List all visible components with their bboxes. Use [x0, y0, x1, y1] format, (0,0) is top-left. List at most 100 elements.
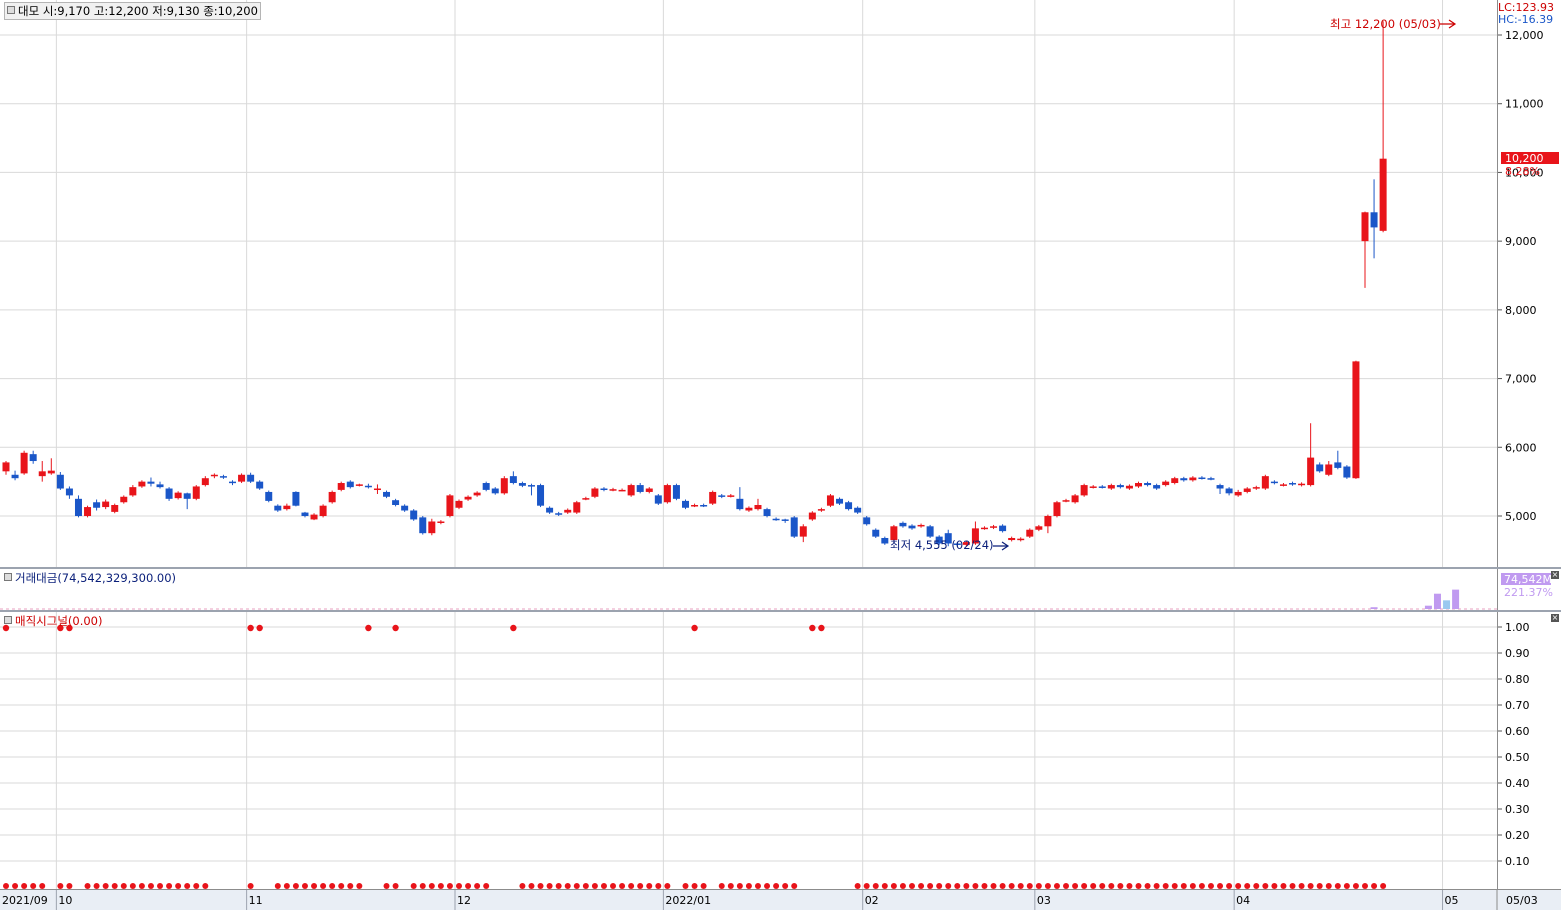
- candle-body: [1125, 485, 1133, 489]
- volume-title-text: 거래대금(74,542,329,300.00): [15, 571, 177, 585]
- candle-body: [863, 517, 871, 525]
- price-axis[interactable]: LC:123.93 HC:-16.39 12,000 11,000 10,000 9,…: [1497, 0, 1561, 567]
- hc-label: HC:-16.39: [1498, 13, 1553, 26]
- candle-body: [355, 484, 363, 486]
- candle-body: [156, 484, 164, 488]
- volume-pane[interactable]: 거래대금(74,542,329,300.00): [0, 569, 1497, 610]
- signal-axis[interactable]: × 1.00 0.90 0.80 0.70 0.60 0.50 0.40 0.30 0.20 0.…: [1497, 612, 1561, 889]
- candle-body: [11, 474, 19, 479]
- candle-body: [881, 537, 889, 544]
- candle-body: [138, 481, 146, 487]
- candle-body: [591, 488, 599, 497]
- candle-body: [20, 452, 28, 474]
- candle-body: [736, 498, 744, 510]
- volume-change-label: 221.37%: [1504, 586, 1553, 599]
- candle-body: [410, 510, 418, 520]
- candle-body: [346, 481, 354, 488]
- candle-body: [917, 524, 925, 527]
- candle-body: [1225, 488, 1233, 494]
- date-label: 03: [1037, 894, 1051, 907]
- candle-body: [1008, 537, 1016, 541]
- candle-body: [301, 512, 309, 516]
- candle-body: [247, 474, 255, 482]
- candle-body: [292, 491, 300, 506]
- candle-body: [854, 507, 862, 513]
- candle-body: [491, 488, 499, 494]
- signal-dot-high: [365, 624, 372, 632]
- candle-body: [1071, 495, 1079, 503]
- signal-dot-high: [247, 624, 254, 632]
- volume-bar: [1370, 607, 1378, 609]
- candle-body: [455, 500, 463, 508]
- candle-body: [1316, 464, 1324, 472]
- volume-chart-canvas[interactable]: [0, 569, 1497, 610]
- candle-body: [1053, 502, 1061, 516]
- signal-dot-high: [691, 624, 698, 632]
- candle-body: [645, 488, 653, 492]
- price-chart-pane[interactable]: 최고 12,200 (05/03) 최저 4,555 (02/24) 대모 시:…: [0, 0, 1497, 567]
- low-annotation: 최저 4,555 (02/24): [890, 538, 994, 552]
- candle-body: [745, 507, 753, 511]
- candle-body: [654, 495, 662, 504]
- candle-body: [790, 517, 798, 537]
- candle-body: [383, 491, 391, 497]
- candle-body: [1289, 483, 1297, 485]
- legend-square-icon[interactable]: [4, 573, 12, 581]
- volume-title[interactable]: 거래대금(74,542,329,300.00): [4, 570, 176, 586]
- price-legend[interactable]: 대모 시:9,170 고:12,200 저:9,130 종:10,200: [4, 2, 261, 20]
- candle-body: [464, 496, 472, 500]
- signal-title[interactable]: 매직시그널(0.00): [4, 613, 102, 629]
- candle-body: [727, 495, 735, 497]
- candle-body: [1062, 500, 1070, 502]
- candle-body: [437, 521, 445, 523]
- candle-body: [1035, 526, 1043, 530]
- candle-body: [636, 485, 644, 492]
- candle-body: [564, 509, 572, 513]
- candle-body: [817, 509, 825, 511]
- legend-square-icon[interactable]: [4, 616, 12, 624]
- legend-square-icon[interactable]: [7, 6, 15, 14]
- date-label: 10: [58, 894, 72, 907]
- candle-body: [1107, 485, 1115, 489]
- signal-axis-label: 0.80: [1505, 673, 1530, 686]
- candle-body: [1234, 491, 1242, 496]
- candle-body: [1307, 457, 1315, 486]
- signal-axis-label: 0.30: [1505, 803, 1530, 816]
- signal-pane[interactable]: 매직시그널(0.00): [0, 612, 1497, 889]
- candle-body: [1180, 478, 1188, 481]
- candle-body: [1216, 485, 1224, 489]
- axis-date-label: 05/03: [1506, 894, 1538, 907]
- candle-body: [210, 474, 218, 477]
- candle-body: [1325, 464, 1333, 475]
- candle-body: [1098, 486, 1106, 488]
- volume-bar: [1452, 589, 1460, 609]
- price-chart-canvas[interactable]: 최고 12,200 (05/03) 최저 4,555 (02/24): [0, 0, 1497, 567]
- candle-body: [473, 492, 481, 496]
- candle-body: [1370, 212, 1378, 228]
- candle-body: [38, 471, 46, 477]
- date-axis[interactable]: 2021/09 10 11 12 2022/01 02 03 04 05 05/03: [0, 889, 1561, 910]
- volume-axis[interactable]: × 74,542M 221.37%: [1497, 569, 1561, 610]
- date-label: 04: [1236, 894, 1250, 907]
- price-axis-label: 11,000: [1505, 98, 1544, 111]
- signal-grid: [0, 612, 1497, 889]
- candle-body: [219, 476, 227, 478]
- signal-chart-canvas[interactable]: [0, 612, 1497, 889]
- volume-value-label: 74,542M: [1504, 573, 1552, 586]
- candle-body: [102, 501, 110, 508]
- candle-body: [2, 462, 10, 472]
- candle-body: [808, 512, 816, 520]
- signal-dot-high: [392, 624, 399, 632]
- annotations: 최고 12,200 (05/03) 최저 4,555 (02/24): [890, 17, 1457, 552]
- candle-body: [1080, 485, 1088, 496]
- signal-title-text: 매직시그널(0.00): [15, 614, 103, 628]
- candle-body: [183, 493, 191, 499]
- candle-body: [47, 470, 55, 474]
- candle-body: [174, 492, 182, 499]
- candle-body: [1334, 462, 1342, 468]
- date-label: 2021/09: [2, 894, 48, 907]
- stock-chart-window: 최고 12,200 (05/03) 최저 4,555 (02/24) 대모 시:…: [0, 0, 1561, 910]
- candle-body: [165, 488, 173, 499]
- date-label: 12: [457, 894, 471, 907]
- candle-body: [781, 519, 789, 521]
